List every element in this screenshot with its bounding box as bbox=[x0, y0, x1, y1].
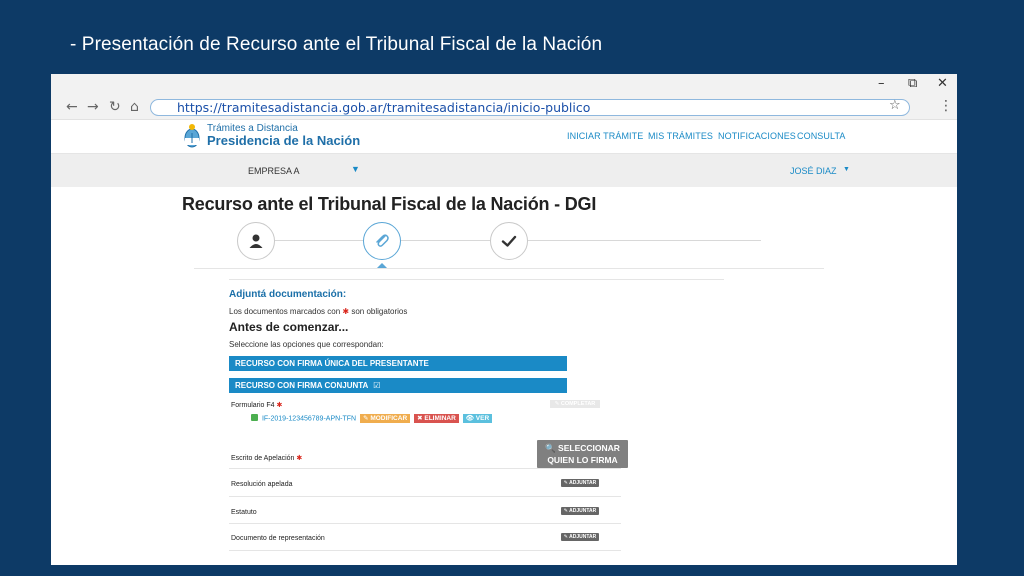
empresa-caret-icon[interactable]: ▼ bbox=[351, 164, 360, 174]
back-icon[interactable]: ← bbox=[66, 98, 78, 116]
user-bar: EMPRESA A ▼ JOSÉ DIAZ ▼ bbox=[51, 154, 957, 187]
formulario-f4-text: Formulario F4 bbox=[231, 402, 275, 409]
escrito-apelacion-label: Escrito de Apelación ✱ bbox=[231, 454, 302, 462]
reload-icon[interactable]: ↻ bbox=[109, 98, 121, 116]
user-caret-icon[interactable]: ▼ bbox=[843, 166, 850, 173]
row-divider bbox=[229, 468, 621, 469]
checkmark-icon bbox=[501, 235, 517, 247]
browser-menu-icon[interactable]: ⋮ bbox=[939, 98, 953, 114]
file-check-icon bbox=[251, 414, 258, 421]
required-asterisk-icon: ✱ bbox=[276, 402, 283, 409]
checked-box-icon: ☑ bbox=[373, 381, 381, 390]
required-note: Los documentos marcados con ✱ son obliga… bbox=[229, 307, 407, 316]
seleccionar-firmante-button[interactable]: 🔍 SELECCIONAR QUIEN LO FIRMA bbox=[537, 440, 628, 468]
nav-notificaciones[interactable]: NOTIFICACIONES bbox=[718, 131, 796, 141]
paperclip-icon bbox=[376, 234, 389, 247]
select-hint: Seleccione las opciones que correspondan… bbox=[229, 340, 384, 349]
user-icon bbox=[249, 234, 263, 248]
escrito-apelacion-text: Escrito de Apelación bbox=[231, 455, 295, 462]
slide-title: - Presentación de Recurso ante el Tribun… bbox=[70, 34, 603, 55]
completar-button[interactable]: ✎ COMPLETAR bbox=[550, 400, 600, 408]
row-divider bbox=[229, 550, 621, 551]
required-note-text: Los documentos marcados con bbox=[229, 307, 341, 316]
page-title: Recurso ante el Tribunal Fiscal de la Na… bbox=[182, 194, 597, 214]
adjuntar-resolucion-button[interactable]: ✎ ADJUNTAR bbox=[561, 479, 599, 487]
nav-iniciar-tramite[interactable]: INICIAR TRÁMITE bbox=[567, 131, 643, 141]
option-firma-unica[interactable]: RECURSO CON FIRMA ÚNICA DEL PRESENTANTE bbox=[229, 356, 567, 371]
site-header: Trámites a Distancia Presidencia de la N… bbox=[51, 120, 957, 154]
modificar-button[interactable]: ✎ MODIFICAR bbox=[360, 414, 411, 423]
bookmark-star-icon[interactable]: ☆ bbox=[889, 98, 901, 113]
required-asterisk-icon: ✱ bbox=[296, 455, 303, 462]
restore-icon[interactable]: ⧉ bbox=[908, 76, 917, 92]
address-bar[interactable]: https://tramitesadistancia.gob.ar/tramit… bbox=[150, 99, 910, 116]
minimize-icon[interactable]: – bbox=[878, 76, 885, 92]
resolucion-apelada-label: Resolución apelada bbox=[231, 481, 293, 488]
before-start-heading: Antes de comenzar... bbox=[229, 320, 349, 334]
logo-title[interactable]: Presidencia de la Nación bbox=[207, 133, 360, 148]
window-titlebar: – ⧉ ✕ bbox=[51, 74, 957, 96]
close-icon[interactable]: ✕ bbox=[937, 76, 948, 92]
step-datos-personales[interactable] bbox=[237, 222, 275, 260]
home-icon[interactable]: ⌂ bbox=[130, 98, 139, 116]
ver-button[interactable]: 👁 VER bbox=[462, 414, 493, 423]
step-documentacion[interactable] bbox=[363, 222, 401, 260]
nav-consulta[interactable]: CONSULTA bbox=[797, 131, 845, 141]
row-divider bbox=[229, 496, 621, 497]
documento-representacion-label: Documento de representación bbox=[231, 535, 325, 542]
option-firma-conjunta[interactable]: RECURSO CON FIRMA CONJUNTA ☑ bbox=[229, 378, 567, 393]
step-confirmacion[interactable] bbox=[490, 222, 528, 260]
divider bbox=[194, 268, 824, 269]
seleccionar-firmante-line1: 🔍 SELECCIONAR bbox=[545, 443, 620, 453]
nav-mis-tramites[interactable]: MIS TRÁMITES bbox=[648, 131, 713, 141]
user-menu[interactable]: JOSÉ DIAZ bbox=[790, 166, 837, 176]
empresa-selector[interactable]: EMPRESA A bbox=[248, 166, 300, 176]
adjuntar-representacion-button[interactable]: ✎ ADJUNTAR bbox=[561, 533, 599, 541]
estatuto-label: Estatuto bbox=[231, 509, 257, 516]
address-toolbar: ← → ↻ ⌂ https://tramitesadistancia.gob.a… bbox=[51, 96, 957, 120]
attached-file-name[interactable]: IF-2019-123456789-APN-TFN bbox=[262, 415, 356, 422]
adjuntar-estatuto-button[interactable]: ✎ ADJUNTAR bbox=[561, 507, 599, 515]
forward-icon[interactable]: → bbox=[87, 98, 99, 116]
argentina-coat-of-arms-icon bbox=[184, 124, 200, 148]
formulario-f4-label: Formulario F4 ✱ bbox=[231, 401, 282, 409]
option-firma-conjunta-label: RECURSO CON FIRMA CONJUNTA bbox=[235, 381, 369, 390]
browser-window: – ⧉ ✕ ← → ↻ ⌂ https://tramitesadistancia… bbox=[51, 74, 957, 565]
eliminar-button[interactable]: ✖ ELIMINAR bbox=[414, 414, 459, 423]
row-divider bbox=[229, 523, 621, 524]
seleccionar-firmante-line2: QUIEN LO FIRMA bbox=[547, 455, 618, 465]
divider bbox=[229, 279, 724, 280]
section-title: Adjuntá documentación: bbox=[229, 289, 347, 300]
required-note-text-end: son obligatorios bbox=[351, 307, 408, 316]
required-asterisk-icon: ✱ bbox=[342, 307, 350, 316]
attached-file-row: IF-2019-123456789-APN-TFN ✎ MODIFICAR ✖ … bbox=[251, 414, 493, 424]
